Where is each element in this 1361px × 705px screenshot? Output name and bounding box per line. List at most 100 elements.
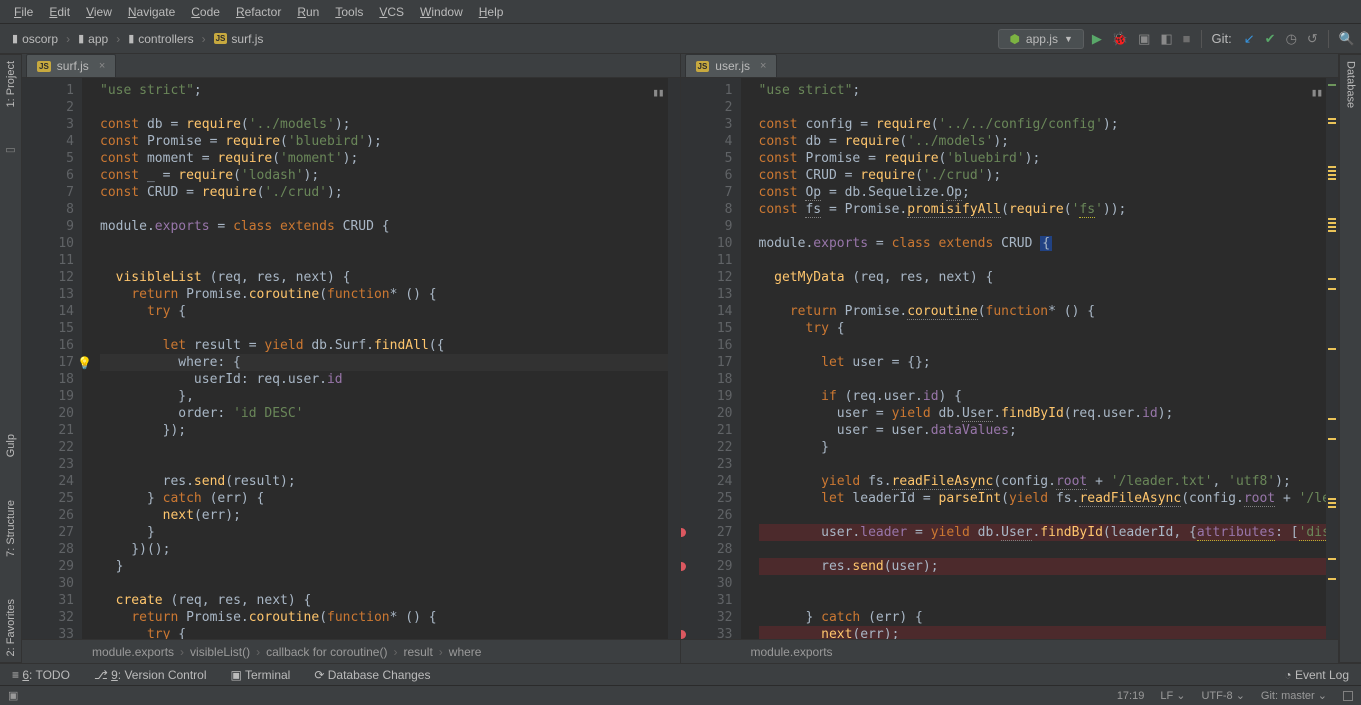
error-stripe-marker[interactable] (1328, 418, 1336, 420)
menu-view[interactable]: View (78, 2, 120, 22)
structure-crumb[interactable]: result (403, 645, 432, 659)
git-update-button[interactable]: ↙ (1244, 31, 1255, 47)
error-stripe[interactable] (668, 78, 680, 639)
version-control-tool-button[interactable]: ⎇ 9: Version Control (94, 668, 207, 682)
chevron-right-icon: › (202, 32, 206, 46)
menu-file[interactable]: File (6, 2, 41, 22)
memory-indicator[interactable] (1343, 691, 1353, 701)
code-area-left[interactable]: ▮▮ 1234567891011121314151617💡18192021222… (22, 78, 680, 639)
status-left[interactable]: ▣ (8, 689, 18, 702)
error-stripe-marker[interactable] (1328, 438, 1336, 440)
main-menu: FileEditViewNavigateCodeRefactorRunTools… (0, 0, 1361, 24)
line-separator[interactable]: LF ⌄ (1160, 689, 1185, 702)
structure-breadcrumb-left: module.exports›visibleList()›callback fo… (22, 639, 680, 663)
breadcrumb-folder[interactable]: ▮app (72, 30, 114, 48)
error-stripe-marker[interactable] (1328, 230, 1336, 232)
js-file-icon: JS (37, 61, 51, 72)
structure-tool-button[interactable]: 7: Structure (5, 494, 17, 563)
error-stripe-marker[interactable] (1328, 218, 1336, 220)
database-tool-button[interactable]: Database (1345, 55, 1357, 114)
menu-edit[interactable]: Edit (41, 2, 78, 22)
debug-button[interactable]: 🐞 (1112, 31, 1128, 47)
error-stripe[interactable] (1326, 78, 1338, 639)
error-stripe-marker[interactable] (1328, 166, 1336, 168)
coverage-button[interactable]: ▣ (1138, 31, 1150, 47)
stop-button[interactable]: ■ (1183, 31, 1191, 46)
gulp-tool-button[interactable]: Gulp (5, 428, 17, 463)
error-stripe-marker[interactable] (1328, 498, 1336, 500)
chevron-right-icon: › (66, 32, 70, 46)
menu-vcs[interactable]: VCS (371, 2, 412, 22)
error-stripe-marker[interactable] (1328, 558, 1336, 560)
error-stripe-marker[interactable] (1328, 348, 1336, 350)
breadcrumb-project[interactable]: ▮oscorp (6, 30, 64, 48)
breadcrumb-file[interactable]: JSsurf.js (208, 30, 270, 48)
error-stripe-marker[interactable] (1328, 122, 1336, 124)
editor-right: JS user.js × ▮▮ 123456789101112131415161… (681, 54, 1340, 663)
breakpoint-icon[interactable] (681, 562, 686, 571)
structure-crumb[interactable]: callback for coroutine() (266, 645, 387, 659)
error-stripe-marker[interactable] (1328, 118, 1336, 120)
menu-window[interactable]: Window (412, 2, 471, 22)
error-stripe-marker[interactable] (1328, 226, 1336, 228)
error-stripe-marker[interactable] (1328, 174, 1336, 176)
file-tab-label: surf.js (57, 59, 89, 73)
error-stripe-marker[interactable] (1328, 178, 1336, 180)
project-tool-button[interactable]: 1: Project (5, 55, 17, 113)
menu-code[interactable]: Code (183, 2, 228, 22)
git-history-button[interactable]: ◷ (1286, 31, 1297, 47)
run-configuration-selector[interactable]: ⬢ app.js ▼ (998, 29, 1083, 49)
event-log-button[interactable]: ◔ Event Log (1284, 668, 1349, 682)
error-stripe-marker[interactable] (1328, 170, 1336, 172)
close-icon[interactable]: × (99, 60, 105, 72)
git-revert-button[interactable]: ↺ (1307, 31, 1318, 47)
git-branch[interactable]: Git: master ⌄ (1261, 689, 1327, 702)
git-commit-button[interactable]: ✔ (1265, 31, 1276, 47)
file-tab-user[interactable]: JS user.js × (685, 54, 778, 77)
structure-crumb[interactable]: where (449, 645, 482, 659)
favorites-tool-button[interactable]: 2: Favorites (5, 593, 17, 662)
error-stripe-marker[interactable] (1328, 506, 1336, 508)
folder-icon: ▮ (78, 32, 84, 45)
profile-button[interactable]: ◧ (1160, 31, 1172, 47)
search-everywhere-button[interactable]: 🔍 (1339, 31, 1355, 47)
error-stripe-marker[interactable] (1328, 288, 1336, 290)
chevron-down-icon: ▼ (1064, 34, 1073, 44)
menu-refactor[interactable]: Refactor (228, 2, 289, 22)
error-stripe-marker[interactable] (1328, 502, 1336, 504)
breakpoint-icon[interactable] (681, 630, 686, 639)
square-icon[interactable]: ▭ (5, 143, 15, 156)
database-changes-tool-button[interactable]: ⟳ Database Changes (314, 668, 430, 682)
error-stripe-marker[interactable] (1328, 84, 1336, 86)
caret-position[interactable]: 17:19 (1117, 690, 1145, 702)
structure-breadcrumb-right: module.exports (681, 639, 1339, 663)
separator (1328, 30, 1329, 48)
status-bar: ▣ 17:19 LF ⌄ UTF-8 ⌄ Git: master ⌄ (0, 685, 1361, 705)
file-tab-label: user.js (715, 59, 750, 73)
menu-navigate[interactable]: Navigate (120, 2, 183, 22)
error-stripe-marker[interactable] (1328, 578, 1336, 580)
code-area-right[interactable]: ▮▮ 1234567891011121314151617181920212223… (681, 78, 1339, 639)
encoding[interactable]: UTF-8 ⌄ (1201, 689, 1244, 702)
run-config-label: app.js (1026, 32, 1058, 46)
menu-tools[interactable]: Tools (327, 2, 371, 22)
structure-crumb[interactable]: visibleList() (190, 645, 250, 659)
menu-run[interactable]: Run (289, 2, 327, 22)
intention-bulb-icon[interactable]: 💡 (77, 355, 92, 372)
menu-help[interactable]: Help (471, 2, 512, 22)
close-icon[interactable]: × (760, 60, 766, 72)
run-button[interactable]: ▶ (1092, 31, 1102, 47)
structure-crumb[interactable]: module.exports (92, 645, 174, 659)
breadcrumb-folder[interactable]: ▮controllers (122, 30, 199, 48)
todo-tool-button[interactable]: ≡ 6: 6: TODOTODO (12, 668, 70, 682)
gutter[interactable]: 1234567891011121314151617💡18192021222324… (22, 78, 82, 639)
breakpoint-icon[interactable] (681, 528, 686, 537)
error-stripe-marker[interactable] (1328, 278, 1336, 280)
editor-left: JS surf.js × ▮▮ 123456789101112131415161… (22, 54, 681, 663)
file-tab-surf[interactable]: JS surf.js × (26, 54, 116, 77)
gutter[interactable]: 1234567891011121314151617181920212223242… (681, 78, 741, 639)
terminal-tool-button[interactable]: ▣ Terminal (231, 668, 291, 682)
structure-crumb[interactable]: module.exports (751, 645, 833, 659)
nodejs-icon: ⬢ (1009, 32, 1019, 46)
error-stripe-marker[interactable] (1328, 222, 1336, 224)
